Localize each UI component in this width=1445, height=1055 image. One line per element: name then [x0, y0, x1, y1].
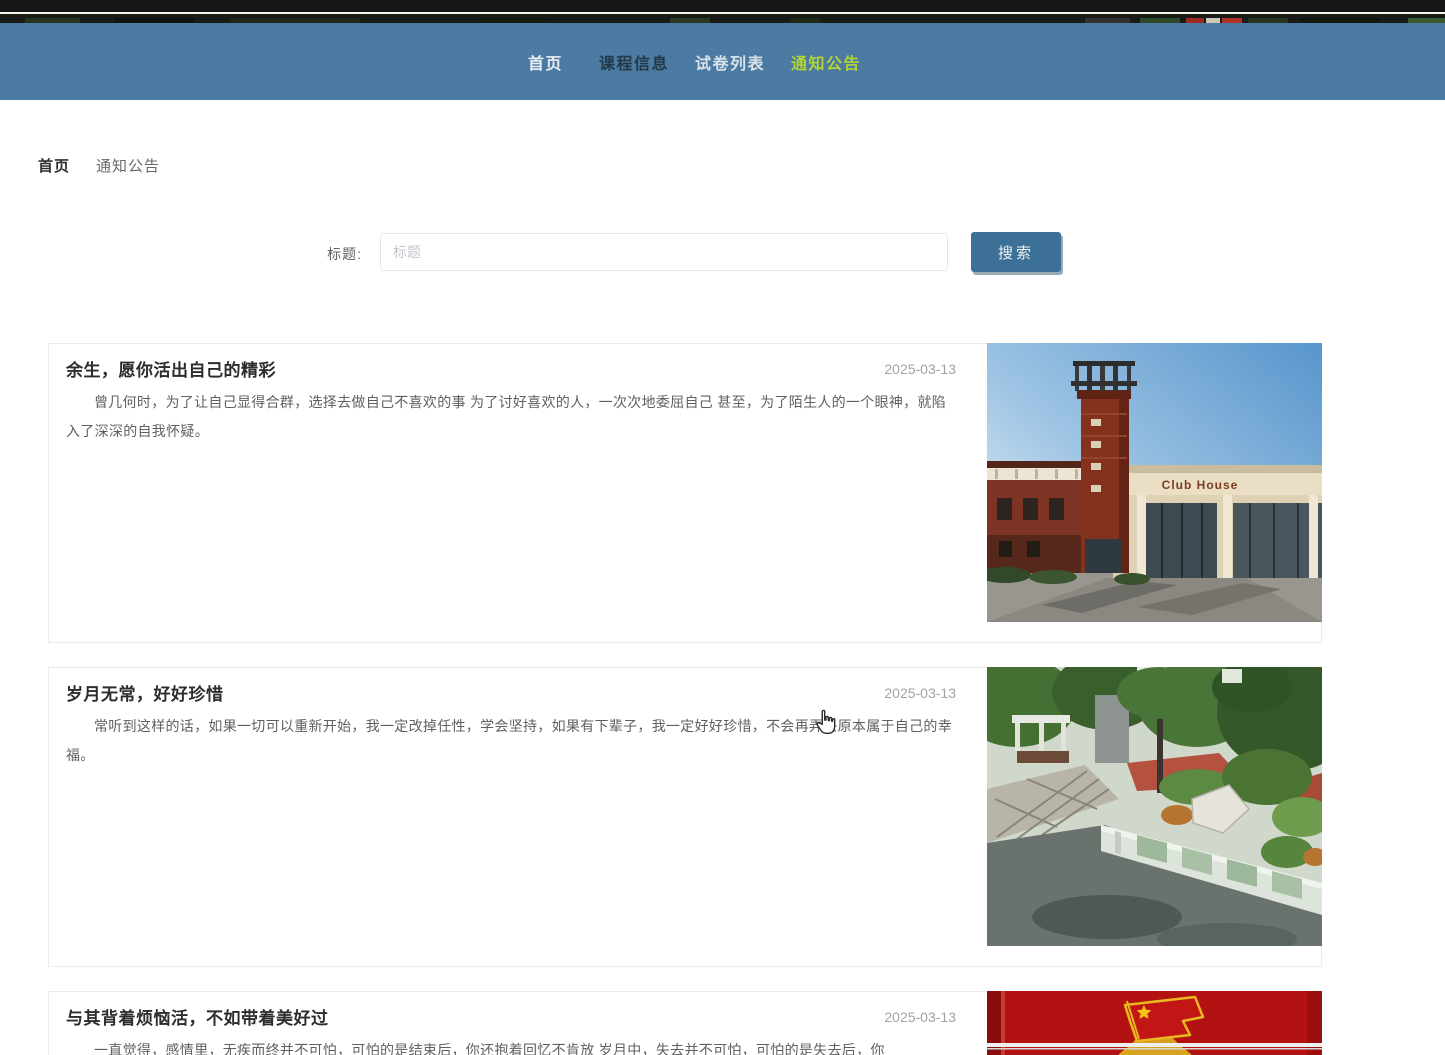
- notice-card-head: 余生，愿你活出自己的精彩 2025-03-13: [66, 356, 956, 381]
- notice-card-head: 与其背着烦恼活，不如带着美好过 2025-03-13: [66, 1004, 956, 1029]
- notice-excerpt: 常听到这样的话，如果一切可以重新开始，我一定改掉任性，学会坚持，如果有下辈子，我…: [66, 718, 952, 763]
- search-input[interactable]: [380, 233, 948, 271]
- browser-top-strip: [0, 0, 1445, 12]
- nav-item-notices[interactable]: 通知公告: [791, 50, 861, 74]
- search-title-label: 标题:: [327, 246, 362, 262]
- banner-photo-strip: [0, 14, 1445, 23]
- notice-card[interactable]: 与其背着烦恼活，不如带着美好过 2025-03-13 一直觉得，感情里，无疾而终…: [48, 991, 1322, 1055]
- notice-date: 2025-03-13: [884, 1008, 956, 1025]
- notice-excerpt: 一直觉得，感情里，无疾而终并不可怕，可怕的是结束后，你还抱着回忆不肯放 岁月中，…: [94, 1042, 885, 1055]
- notice-date: 2025-03-13: [884, 360, 956, 377]
- notice-card[interactable]: 余生，愿你活出自己的精彩 2025-03-13 曾几何时，为了让自己显得合群，选…: [48, 343, 1322, 643]
- main-nav: 首页 课程信息 试卷列表 通知公告: [0, 23, 1445, 100]
- main-nav-items: 首页 课程信息 试卷列表 通知公告: [528, 50, 861, 74]
- campus-garden-photo[interactable]: [987, 667, 1322, 946]
- nav-item-courses[interactable]: 课程信息: [599, 50, 669, 74]
- search-bar: 标题: 搜索: [0, 232, 1445, 272]
- notice-title[interactable]: 与其背着烦恼活，不如带着美好过: [66, 1004, 329, 1029]
- notice-card[interactable]: 岁月无常，好好珍惜 2025-03-13 常听到这样的话，如果一切可以重新开始，…: [48, 667, 1322, 967]
- notice-list-page: 首页 课程信息 试卷列表 通知公告 首页 通知公告 标题: 搜索 余生，愿你活出…: [0, 0, 1445, 1055]
- breadcrumb-home[interactable]: 首页: [38, 155, 70, 176]
- notice-excerpt: 曾几何时，为了让自己显得合群，选择去做自己不喜欢的事 为了讨好喜欢的人，一次次地…: [66, 394, 947, 439]
- notice-title[interactable]: 岁月无常，好好珍惜: [66, 680, 224, 705]
- notice-list: 余生，愿你活出自己的精彩 2025-03-13 曾几何时，为了让自己显得合群，选…: [48, 343, 1322, 1055]
- notice-card-head: 岁月无常，好好珍惜 2025-03-13: [66, 680, 956, 705]
- breadcrumb: 首页 通知公告: [38, 155, 160, 176]
- nav-item-home[interactable]: 首页: [528, 50, 563, 74]
- breadcrumb-current: 通知公告: [96, 158, 161, 175]
- svg-text:Club House: Club House: [1162, 478, 1239, 492]
- search-button[interactable]: 搜索: [971, 232, 1061, 272]
- notice-title[interactable]: 余生，愿你活出自己的精彩: [66, 356, 276, 381]
- notice-date: 2025-03-13: [884, 684, 956, 701]
- campus-clubhouse-photo[interactable]: Club House: [987, 343, 1322, 622]
- youth-league-flag-photo[interactable]: [987, 991, 1322, 1055]
- nav-item-exams[interactable]: 试卷列表: [695, 50, 765, 74]
